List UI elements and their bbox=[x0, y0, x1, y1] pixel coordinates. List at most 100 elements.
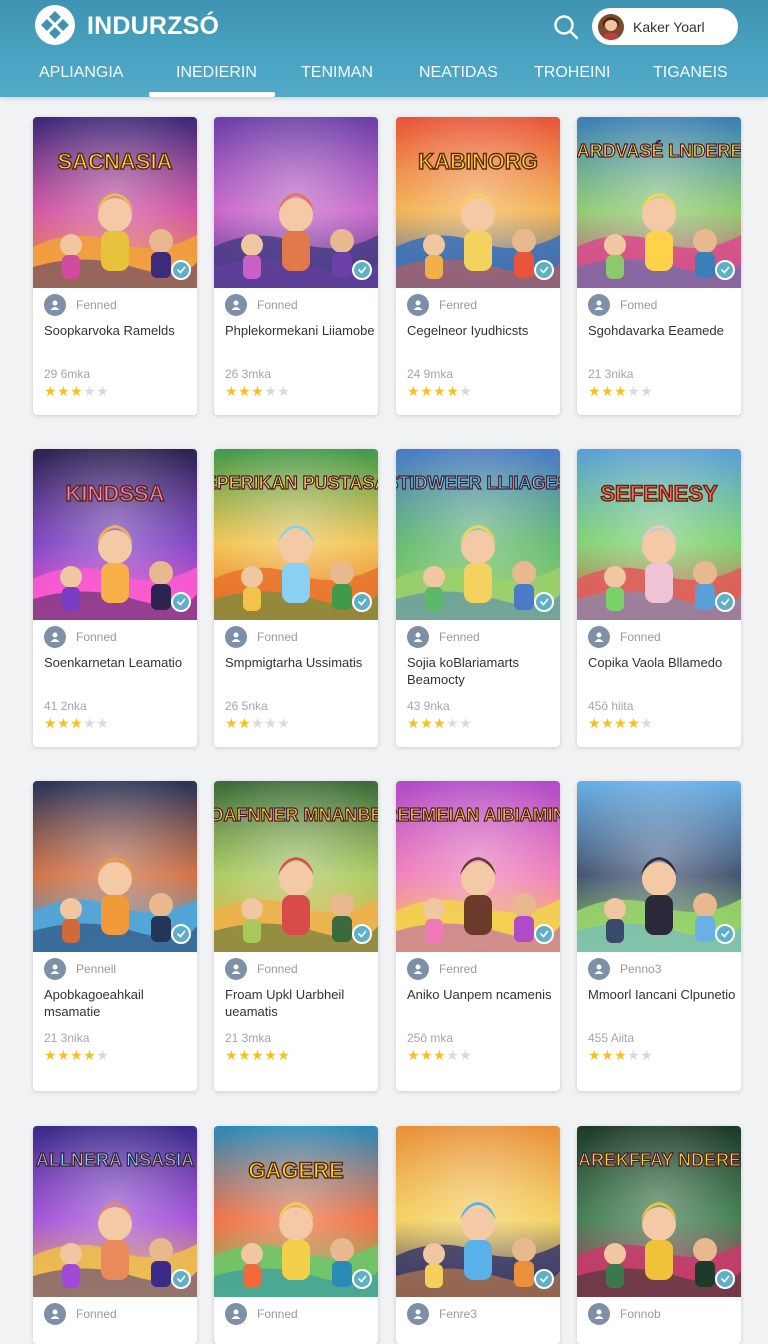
game-thumbnail[interactable]: GAGERE bbox=[214, 1126, 378, 1297]
rating-stars: ★★★★★ bbox=[407, 383, 472, 400]
game-title[interactable]: Aniko Uanpem ncamenis bbox=[407, 986, 557, 1003]
game-art-illustration: COAFNNER MNANBEA bbox=[214, 781, 378, 952]
game-thumbnail[interactable]: SEFENESY bbox=[577, 449, 741, 620]
game-title[interactable]: Mmoorl Iancani Clpunetio bbox=[588, 986, 738, 1003]
developer-avatar-icon bbox=[407, 1303, 429, 1325]
rating-stars: ★★★★★ bbox=[588, 383, 653, 400]
game-card[interactable]: STIDWEER LLIIAGES Fenned Sojia koBlariam… bbox=[396, 449, 560, 747]
game-thumbnail[interactable]: SACNASIA bbox=[33, 117, 197, 288]
star-filled-icon: ★ bbox=[407, 1047, 421, 1063]
install-badge-icon[interactable] bbox=[715, 1269, 735, 1289]
game-title[interactable]: Sojia koBlariamarts Beamocty bbox=[407, 654, 557, 688]
star-filled-icon: ★ bbox=[70, 383, 84, 399]
game-downloads: 41 2nka bbox=[44, 699, 87, 713]
game-art-title-text: DARDVASÉ LNDERES bbox=[577, 140, 741, 161]
game-art-illustration: PREEMEIAN AIBIAMINIA bbox=[396, 781, 560, 952]
install-badge-icon[interactable] bbox=[171, 260, 191, 280]
game-title[interactable]: Sgohdavarka Eeamede bbox=[588, 322, 738, 339]
star-empty-icon: ★ bbox=[277, 715, 291, 731]
star-filled-icon: ★ bbox=[614, 383, 628, 399]
star-filled-icon: ★ bbox=[251, 1047, 265, 1063]
game-card[interactable]: Fonned Phplekormekani Liiamobe 26 3mka ★… bbox=[214, 117, 378, 415]
star-filled-icon: ★ bbox=[83, 1047, 97, 1063]
game-card[interactable]: PREEMEIAN AIBIAMINIA Fenred Aniko Uanpem… bbox=[396, 781, 560, 1091]
game-art-illustration: KINDSSA bbox=[33, 449, 197, 620]
game-thumbnail[interactable]: KINDSSA bbox=[33, 449, 197, 620]
game-card[interactable]: KABINORG Fenred Cegelneor Iyudhicsts 24 … bbox=[396, 117, 560, 415]
star-filled-icon: ★ bbox=[238, 1047, 252, 1063]
developer-avatar-icon bbox=[407, 626, 429, 648]
game-downloads: 21 3mka bbox=[225, 1031, 272, 1045]
game-thumbnail[interactable] bbox=[396, 1126, 560, 1297]
game-thumbnail[interactable]: PREEMEIAN AIBIAMINIA bbox=[396, 781, 560, 952]
game-card[interactable]: Penno3 Mmoorl Iancani Clpunetio 455 Aiit… bbox=[577, 781, 741, 1091]
install-badge-icon[interactable] bbox=[352, 592, 372, 612]
game-title[interactable]: Soenkarnetan Leamatio bbox=[44, 654, 194, 671]
game-card[interactable]: Fenre3 bbox=[396, 1126, 560, 1344]
install-badge-icon[interactable] bbox=[715, 924, 735, 944]
game-card[interactable]: EPERIKAN PUSTASA Fonned Smpmigtarha Ussi… bbox=[214, 449, 378, 747]
game-title[interactable]: Froam Upkl Uarbheil ueamatis bbox=[225, 986, 375, 1020]
game-title[interactable]: Phplekormekani Liiamobe bbox=[225, 322, 375, 339]
developer-avatar-icon bbox=[407, 958, 429, 980]
install-badge-icon[interactable] bbox=[534, 592, 554, 612]
game-card[interactable]: ALLNERA NSASIA Fonned bbox=[33, 1126, 197, 1344]
install-badge-icon[interactable] bbox=[171, 1269, 191, 1289]
game-thumbnail[interactable]: EPERIKAN PUSTASA bbox=[214, 449, 378, 620]
star-filled-icon: ★ bbox=[238, 383, 252, 399]
game-title[interactable]: Smpmigtarha Ussimatis bbox=[225, 654, 375, 671]
install-badge-icon[interactable] bbox=[352, 260, 372, 280]
game-art-title-text: COAFNNER MNANBEA bbox=[214, 805, 378, 825]
developer-name: Penno3 bbox=[620, 962, 662, 976]
developer-avatar-icon bbox=[225, 1303, 247, 1325]
game-card[interactable]: SEFENESY Fonned Copika Vaola Bllamedo 45… bbox=[577, 449, 741, 747]
star-empty-icon: ★ bbox=[640, 1047, 654, 1063]
game-card[interactable]: COAFNNER MNANBEA Fonned Froam Upkl Uarbh… bbox=[214, 781, 378, 1091]
developer-name: Fenred bbox=[439, 962, 478, 976]
install-badge-icon[interactable] bbox=[352, 924, 372, 944]
game-art-illustration: DAREKFFAY NDERES bbox=[577, 1126, 741, 1297]
game-title[interactable]: Cegelneor Iyudhicsts bbox=[407, 322, 557, 339]
game-thumbnail[interactable]: DAREKFFAY NDERES bbox=[577, 1126, 741, 1297]
game-thumbnail[interactable]: DARDVASÉ LNDERES bbox=[577, 117, 741, 288]
game-card[interactable]: Pennell Apobkagoeahkail msamatie 21 3nik… bbox=[33, 781, 197, 1091]
game-card[interactable]: KINDSSA Fonned Soenkarnetan Leamatio 41 … bbox=[33, 449, 197, 747]
game-downloads: 24 9mka bbox=[407, 367, 454, 381]
install-badge-icon[interactable] bbox=[171, 592, 191, 612]
game-thumbnail[interactable] bbox=[577, 781, 741, 952]
star-filled-icon: ★ bbox=[70, 715, 84, 731]
game-title[interactable]: Apobkagoeahkail msamatie bbox=[44, 986, 194, 1020]
game-title[interactable]: Soopkarvoka Ramelds bbox=[44, 322, 194, 339]
install-badge-icon[interactable] bbox=[171, 924, 191, 944]
game-thumbnail[interactable]: ALLNERA NSASIA bbox=[33, 1126, 197, 1297]
install-badge-icon[interactable] bbox=[534, 260, 554, 280]
game-card[interactable]: GAGERE Fonned bbox=[214, 1126, 378, 1344]
install-badge-icon[interactable] bbox=[534, 924, 554, 944]
game-art-illustration: DARDVASÉ LNDERES bbox=[577, 117, 741, 288]
star-filled-icon: ★ bbox=[601, 715, 615, 731]
star-empty-icon: ★ bbox=[251, 715, 265, 731]
install-badge-icon[interactable] bbox=[715, 592, 735, 612]
game-art-title-text: STIDWEER LLIIAGES bbox=[396, 473, 560, 493]
install-badge-icon[interactable] bbox=[534, 1269, 554, 1289]
star-filled-icon: ★ bbox=[225, 1047, 239, 1063]
star-filled-icon: ★ bbox=[614, 1047, 628, 1063]
game-thumbnail[interactable]: KABINORG bbox=[396, 117, 560, 288]
game-card[interactable]: DAREKFFAY NDERES Fonnob bbox=[577, 1126, 741, 1344]
star-filled-icon: ★ bbox=[627, 715, 641, 731]
star-filled-icon: ★ bbox=[614, 715, 628, 731]
developer-avatar-icon bbox=[588, 1303, 610, 1325]
game-art-title-text: DAREKFFAY NDERES bbox=[577, 1150, 741, 1170]
install-badge-icon[interactable] bbox=[352, 1269, 372, 1289]
game-thumbnail[interactable] bbox=[33, 781, 197, 952]
game-card[interactable]: DARDVASÉ LNDERES Fomed Sgohdavarka Eeame… bbox=[577, 117, 741, 415]
game-thumbnail[interactable] bbox=[214, 117, 378, 288]
developer-name: Fomed bbox=[620, 298, 658, 312]
install-badge-icon[interactable] bbox=[715, 260, 735, 280]
developer-avatar-icon bbox=[588, 294, 610, 316]
game-card[interactable]: SACNASIA Fenned Soopkarvoka Ramelds 29 6… bbox=[33, 117, 197, 415]
game-thumbnail[interactable]: COAFNNER MNANBEA bbox=[214, 781, 378, 952]
developer-avatar-icon bbox=[44, 1303, 66, 1325]
game-thumbnail[interactable]: STIDWEER LLIIAGES bbox=[396, 449, 560, 620]
game-title[interactable]: Copika Vaola Bllamedo bbox=[588, 654, 738, 671]
